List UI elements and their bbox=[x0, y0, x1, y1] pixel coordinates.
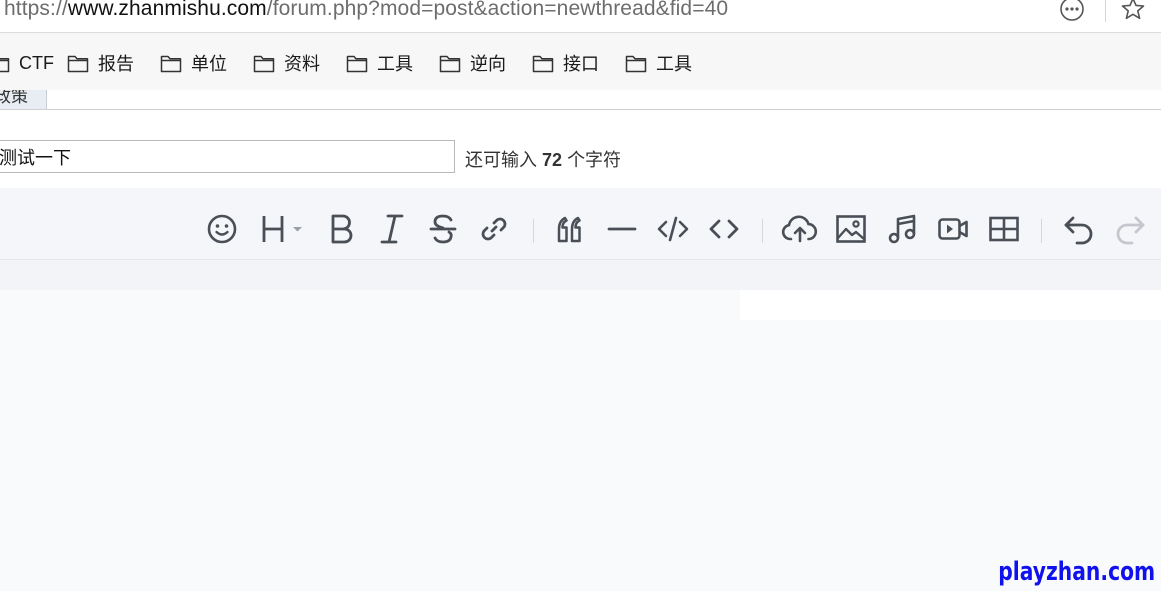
strikethrough-button[interactable] bbox=[426, 212, 460, 246]
folder-icon bbox=[253, 55, 275, 73]
editor-content-area[interactable] bbox=[0, 290, 1161, 591]
upload-icon bbox=[781, 215, 818, 243]
address-bar-divider bbox=[1105, 0, 1106, 22]
bookmark-folder-materials[interactable]: 资料 bbox=[253, 51, 320, 75]
bookmark-label: 报告 bbox=[98, 54, 134, 74]
heading-button[interactable] bbox=[258, 212, 308, 246]
folder-icon bbox=[532, 55, 554, 73]
subject-input[interactable] bbox=[0, 141, 454, 172]
quote-button[interactable] bbox=[554, 212, 588, 246]
address-bar[interactable]: https://www.zhanmishu.com/forum.php?mod=… bbox=[0, 0, 1161, 33]
image-icon bbox=[836, 215, 866, 243]
heading-icon bbox=[262, 216, 302, 242]
inline-code-button[interactable] bbox=[656, 212, 690, 246]
bookmark-label: 单位 bbox=[191, 54, 227, 74]
url-domain: www.zhanmishu.com bbox=[67, 0, 267, 20]
folder-icon bbox=[346, 55, 368, 73]
editor-side-panel bbox=[740, 290, 1161, 320]
inline-code-icon bbox=[657, 216, 689, 242]
toolbar-divider bbox=[1041, 219, 1042, 243]
subject-field[interactable] bbox=[0, 140, 455, 173]
bold-button[interactable] bbox=[324, 212, 358, 246]
forum-tab-strip: 政策 bbox=[0, 90, 1161, 110]
music-button[interactable] bbox=[885, 212, 919, 246]
editor-status-strip bbox=[0, 260, 1161, 290]
url-scheme: https:// bbox=[4, 0, 68, 20]
bookmark-label: 工具 bbox=[656, 54, 692, 74]
image-button[interactable] bbox=[834, 212, 868, 246]
undo-button[interactable] bbox=[1062, 212, 1096, 246]
quote-icon bbox=[557, 216, 581, 243]
bookmarks-bar: CTF 报告 单位 资料 工具 逆向 接口 工具 bbox=[0, 33, 1161, 91]
watermark-text: playzhan.com bbox=[998, 557, 1155, 587]
link-button[interactable] bbox=[477, 212, 511, 246]
counter-suffix: 个字符 bbox=[567, 150, 622, 170]
forum-tab[interactable]: 政策 bbox=[0, 90, 47, 109]
video-icon bbox=[938, 218, 968, 240]
code-block-icon bbox=[709, 219, 739, 239]
favorite-star-icon[interactable] bbox=[1120, 0, 1146, 22]
horizontal-rule-icon bbox=[607, 227, 637, 231]
toolbar-divider bbox=[533, 219, 534, 243]
link-icon bbox=[481, 217, 507, 241]
bookmark-label: 接口 bbox=[563, 54, 599, 74]
folder-icon bbox=[439, 55, 461, 73]
folder-icon bbox=[0, 57, 10, 73]
undo-icon bbox=[1064, 216, 1093, 245]
table-icon bbox=[989, 216, 1019, 242]
url-text[interactable]: https://www.zhanmishu.com/forum.php?mod=… bbox=[4, 0, 728, 21]
redo-icon bbox=[1116, 216, 1145, 245]
editor-toolbar bbox=[0, 188, 1161, 260]
folder-icon bbox=[625, 55, 647, 73]
upload-button[interactable] bbox=[781, 212, 819, 246]
bookmark-folder-reverse[interactable]: 逆向 bbox=[439, 51, 506, 75]
bold-icon bbox=[331, 214, 353, 244]
emoji-button[interactable] bbox=[205, 212, 239, 246]
toolbar-divider bbox=[762, 219, 763, 243]
folder-icon bbox=[160, 55, 182, 73]
char-counter: 还可输入 72 个字符 bbox=[465, 146, 621, 172]
bookmark-folder-ctf[interactable]: CTF bbox=[0, 51, 54, 75]
bookmark-label: 工具 bbox=[377, 54, 413, 74]
redo-button[interactable] bbox=[1113, 212, 1147, 246]
italic-button[interactable] bbox=[375, 212, 409, 246]
strikethrough-icon bbox=[429, 214, 457, 244]
horizontal-rule-button[interactable] bbox=[605, 212, 639, 246]
bookmark-folder-api[interactable]: 接口 bbox=[532, 51, 599, 75]
bookmark-folder-tools-2[interactable]: 工具 bbox=[625, 51, 692, 75]
italic-icon bbox=[380, 214, 404, 244]
counter-value: 72 bbox=[542, 150, 563, 170]
forum-tab-label: 政策 bbox=[0, 90, 28, 106]
url-path: /forum.php?mod=post&action=newthread&fid… bbox=[266, 0, 729, 20]
code-block-button[interactable] bbox=[707, 212, 741, 246]
bookmark-label: CTF bbox=[19, 52, 54, 73]
bookmark-label: 资料 bbox=[284, 54, 320, 74]
emoji-icon bbox=[207, 214, 237, 244]
video-button[interactable] bbox=[936, 212, 970, 246]
counter-prefix: 还可输入 bbox=[465, 150, 537, 170]
music-icon bbox=[888, 214, 916, 244]
more-options-icon[interactable] bbox=[1059, 0, 1085, 22]
folder-icon bbox=[67, 55, 89, 73]
bookmark-folder-tools[interactable]: 工具 bbox=[346, 51, 413, 75]
table-button[interactable] bbox=[987, 212, 1021, 246]
bookmark-label: 逆向 bbox=[470, 54, 506, 74]
bookmark-folder-unit[interactable]: 单位 bbox=[160, 51, 227, 75]
bookmark-folder-report[interactable]: 报告 bbox=[67, 51, 134, 75]
